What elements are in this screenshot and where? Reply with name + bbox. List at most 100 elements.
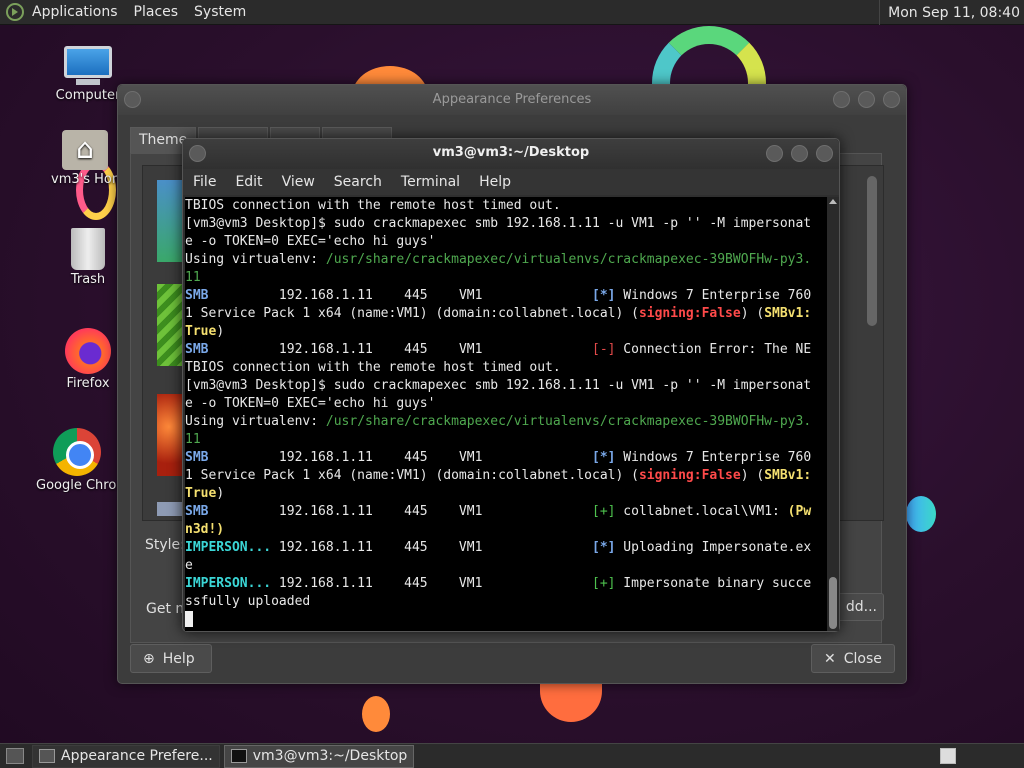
terminal-text: collabnet.local\VM1: bbox=[615, 504, 788, 519]
menu-system[interactable]: System bbox=[194, 4, 246, 20]
trash-icon bbox=[71, 228, 105, 270]
close-window-button[interactable] bbox=[816, 145, 833, 162]
scrollbar-thumb[interactable] bbox=[829, 577, 837, 629]
desktop-icon-chrome[interactable]: Google Chrome bbox=[36, 428, 118, 493]
terminal-menubar: File Edit View Search Terminal Help bbox=[183, 169, 839, 195]
terminal-text: TBIOS connection with the remote host ti… bbox=[185, 360, 561, 375]
menu-view[interactable]: View bbox=[282, 174, 315, 190]
terminal-text: (Pw bbox=[787, 504, 812, 519]
terminal-text: [vm3@vm3 Desktop]$ sudo crackmapexec smb… bbox=[185, 216, 812, 231]
wallpaper-blob bbox=[362, 696, 390, 732]
terminal-line: 1 Service Pack 1 x64 (name:VM1) (domain:… bbox=[185, 305, 827, 323]
close-window-button[interactable] bbox=[883, 91, 900, 108]
terminal-line: SMB 192.168.1.11 445 VM1 [+] collabnet.l… bbox=[185, 503, 827, 521]
terminal-text: IMPERSON... bbox=[185, 576, 272, 591]
terminal-text: SMBv1: bbox=[764, 468, 812, 483]
terminal-text: [-] bbox=[592, 342, 616, 357]
window-title: Appearance Preferences bbox=[432, 92, 592, 107]
terminal-line: Using virtualenv: /usr/share/crackmapexe… bbox=[185, 413, 827, 431]
clock[interactable]: Mon Sep 11, 08:40 bbox=[879, 0, 1024, 25]
close-button-label: Close bbox=[843, 650, 882, 667]
terminal-text: IMPERSON... bbox=[185, 540, 272, 555]
maximize-button[interactable] bbox=[858, 91, 875, 108]
chrome-icon bbox=[53, 428, 101, 476]
terminal-app-icon bbox=[230, 749, 247, 763]
menu-search[interactable]: Search bbox=[334, 174, 382, 190]
terminal-text: TBIOS connection with the remote host ti… bbox=[185, 198, 561, 213]
terminal-text: SMB bbox=[185, 288, 209, 303]
terminal-line: [vm3@vm3 Desktop]$ sudo crackmapexec smb… bbox=[185, 215, 827, 233]
terminal-text: 1 Service Pack 1 x64 (name:VM1) (domain:… bbox=[185, 306, 639, 321]
terminal-text: True bbox=[185, 324, 217, 339]
terminal-line: 11 bbox=[185, 269, 827, 287]
terminal-text: 1 Service Pack 1 x64 (name:VM1) (domain:… bbox=[185, 468, 639, 483]
scroll-up-arrow-icon[interactable] bbox=[829, 199, 837, 204]
terminal-text: Using virtualenv: bbox=[185, 414, 326, 429]
terminal-text: /usr/share/crackmapexec/virtualenvs/crac… bbox=[325, 414, 812, 429]
terminal-text: 192.168.1.11 445 VM1 bbox=[271, 576, 592, 591]
terminal-text: SMBv1: bbox=[764, 306, 812, 321]
terminal-text: Connection Error: The NE bbox=[615, 342, 812, 357]
terminal-text: ) bbox=[216, 486, 225, 501]
taskbar-item-terminal[interactable]: vm3@vm3:~/Desktop bbox=[223, 744, 415, 768]
terminal-text: e bbox=[185, 558, 193, 573]
terminal-line: SMB 192.168.1.11 445 VM1 [-] Connection … bbox=[185, 341, 827, 359]
terminal-text: Using virtualenv: bbox=[185, 252, 326, 267]
terminal-text: [vm3@vm3 Desktop]$ sudo crackmapexec smb… bbox=[185, 378, 812, 393]
minimize-button[interactable] bbox=[833, 91, 850, 108]
terminal-text: 11 bbox=[185, 270, 201, 285]
terminal-window: vm3@vm3:~/Desktop File Edit View Search … bbox=[182, 138, 840, 632]
menu-edit[interactable]: Edit bbox=[235, 174, 262, 190]
appearance-app-icon bbox=[39, 749, 55, 763]
menu-applications[interactable]: Applications bbox=[32, 4, 118, 20]
wallpaper-blob bbox=[906, 496, 936, 532]
window-titlebar[interactable]: vm3@vm3:~/Desktop bbox=[183, 139, 839, 169]
taskbar-item-appearance[interactable]: Appearance Prefere... bbox=[32, 744, 220, 768]
terminal-line: e -o TOKEN=0 EXEC='echo hi guys' bbox=[185, 395, 827, 413]
terminal-line: TBIOS connection with the remote host ti… bbox=[185, 197, 827, 215]
menu-help[interactable]: Help bbox=[479, 174, 511, 190]
taskbar-item-label: vm3@vm3:~/Desktop bbox=[252, 748, 408, 764]
terminal-text: /usr/share/crackmapexec/virtualenvs/crac… bbox=[325, 252, 812, 267]
terminal-line: n3d!) bbox=[185, 521, 827, 539]
home-folder-icon bbox=[62, 130, 108, 170]
terminal-line: TBIOS connection with the remote host ti… bbox=[185, 359, 827, 377]
terminal-text: signing:False bbox=[638, 468, 741, 483]
close-button[interactable]: ✕ Close bbox=[811, 644, 895, 673]
terminal-text: 192.168.1.11 445 VM1 bbox=[208, 288, 592, 303]
terminal-text: SMB bbox=[185, 450, 209, 465]
terminal-text: Windows 7 Enterprise 760 bbox=[615, 288, 812, 303]
window-titlebar[interactable]: Appearance Preferences bbox=[118, 85, 906, 115]
terminal-output[interactable]: TBIOS connection with the remote host ti… bbox=[185, 197, 827, 631]
bottom-panel: Appearance Prefere... vm3@vm3:~/Desktop bbox=[0, 743, 1024, 768]
terminal-text: Windows 7 Enterprise 760 bbox=[615, 450, 812, 465]
menu-terminal[interactable]: Terminal bbox=[401, 174, 460, 190]
terminal-text: ) ( bbox=[740, 306, 765, 321]
terminal-scrollbar[interactable] bbox=[827, 197, 839, 631]
menu-file[interactable]: File bbox=[193, 174, 216, 190]
terminal-text: [*] bbox=[592, 540, 616, 555]
terminal-text: [+] bbox=[592, 576, 616, 591]
terminal-text: ) ( bbox=[740, 468, 765, 483]
terminal-text: e -o TOKEN=0 EXEC='echo hi guys' bbox=[185, 234, 436, 249]
terminal-line: 11 bbox=[185, 431, 827, 449]
workspace-switcher[interactable] bbox=[940, 748, 956, 764]
applications-icon[interactable] bbox=[6, 3, 24, 21]
terminal-text: ) bbox=[216, 324, 225, 339]
maximize-button[interactable] bbox=[791, 145, 808, 162]
terminal-line: 1 Service Pack 1 x64 (name:VM1) (domain:… bbox=[185, 467, 827, 485]
theme-list-scrollbar[interactable] bbox=[867, 172, 877, 512]
minimize-button[interactable] bbox=[766, 145, 783, 162]
terminal-text: e -o TOKEN=0 EXEC='echo hi guys' bbox=[185, 396, 436, 411]
terminal-cursor bbox=[185, 611, 193, 627]
show-desktop-icon[interactable] bbox=[6, 748, 24, 764]
help-button[interactable]: ⊕ Help bbox=[130, 644, 212, 673]
menu-places[interactable]: Places bbox=[134, 4, 179, 20]
terminal-line: e bbox=[185, 557, 827, 575]
terminal-text: [+] bbox=[592, 504, 616, 519]
terminal-text: signing:False bbox=[638, 306, 741, 321]
terminal-line: [vm3@vm3 Desktop]$ sudo crackmapexec smb… bbox=[185, 377, 827, 395]
terminal-text: 11 bbox=[185, 432, 201, 447]
help-button-label: Help bbox=[162, 650, 195, 667]
terminal-line: IMPERSON... 192.168.1.11 445 VM1 [+] Imp… bbox=[185, 575, 827, 593]
